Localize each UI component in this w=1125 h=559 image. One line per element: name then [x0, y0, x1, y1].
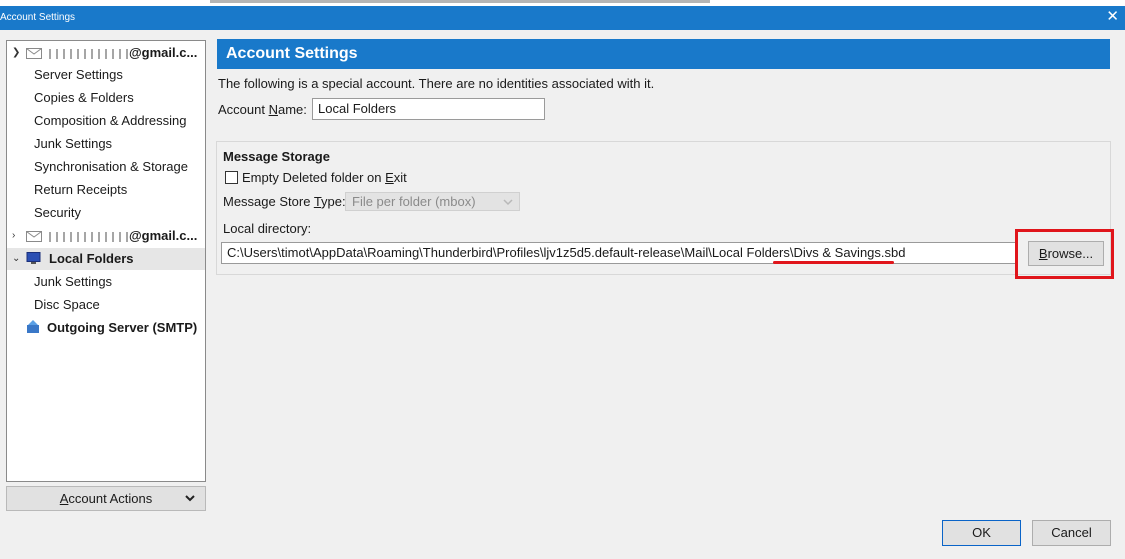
mail-icon [26, 48, 42, 59]
account-actions-button[interactable]: Account Actions [6, 486, 206, 511]
tree-local-folders[interactable]: ⌄ Local Folders [7, 248, 205, 270]
account-1-label: @gmail.c... [49, 42, 197, 64]
outgoing-server-label: Outgoing Server (SMTP) [47, 320, 198, 335]
account-name-label: Account Name: [218, 102, 307, 117]
account-name-input[interactable]: Local Folders [312, 98, 545, 120]
message-storage-title: Message Storage [223, 149, 330, 164]
account-description: The following is a special account. Ther… [218, 76, 655, 91]
store-type-select: File per folder (mbox) [345, 192, 520, 211]
ok-button[interactable]: OK [942, 520, 1021, 546]
chevron-down-icon[interactable]: ❯ [12, 42, 20, 64]
local-folders-label: Local Folders [49, 251, 134, 266]
window-title: Account Settings [0, 12, 76, 23]
server-upload-icon [27, 320, 39, 333]
sidebar-item-return-receipts[interactable]: Return Receipts [7, 179, 205, 201]
sidebar-item-copies-folders[interactable]: Copies & Folders [7, 87, 205, 109]
cancel-button[interactable]: Cancel [1032, 520, 1111, 546]
sidebar-item-disc-space[interactable]: Disc Space [7, 294, 205, 316]
chevron-down-icon[interactable]: ⌄ [12, 248, 20, 270]
tree-account-2[interactable]: › @gmail.c... [7, 225, 205, 247]
sidebar-item-junk-settings[interactable]: Junk Settings [7, 133, 205, 155]
close-icon[interactable]: ✕ [1106, 8, 1119, 26]
computer-icon [26, 252, 41, 264]
browse-button[interactable]: Browse... [1028, 241, 1104, 266]
mail-icon [26, 231, 42, 242]
sidebar-item-local-junk[interactable]: Junk Settings [7, 271, 205, 293]
sidebar-item-server-settings[interactable]: Server Settings [7, 64, 205, 86]
sidebar-item-security[interactable]: Security [7, 202, 205, 224]
tree-account-1[interactable]: ❯ @gmail.c... [7, 42, 205, 64]
annotation-underline [773, 261, 894, 264]
account-2-label: @gmail.c... [49, 225, 197, 247]
sidebar-item-composition[interactable]: Composition & Addressing [7, 110, 205, 132]
page-title: Account Settings [217, 39, 1110, 69]
sidebar-item-sync-storage[interactable]: Synchronisation & Storage [7, 156, 205, 178]
chevron-down-icon [185, 495, 195, 502]
local-directory-label: Local directory: [223, 221, 312, 236]
tree-outgoing-server[interactable]: Outgoing Server (SMTP) [7, 317, 205, 339]
store-type-label: Message Store Type: [223, 194, 346, 209]
empty-deleted-checkbox[interactable] [225, 171, 238, 184]
local-directory-input[interactable]: C:\Users\timot\AppData\Roaming\Thunderbi… [221, 242, 1017, 264]
title-bar: Account Settings ✕ [0, 6, 1125, 30]
chevron-down-icon [503, 199, 513, 206]
chevron-right-icon[interactable]: › [12, 225, 15, 247]
account-tree[interactable]: ❯ @gmail.c... Server Settings Copies & F… [6, 40, 206, 482]
empty-deleted-label[interactable]: Empty Deleted folder on Exit [242, 170, 407, 185]
